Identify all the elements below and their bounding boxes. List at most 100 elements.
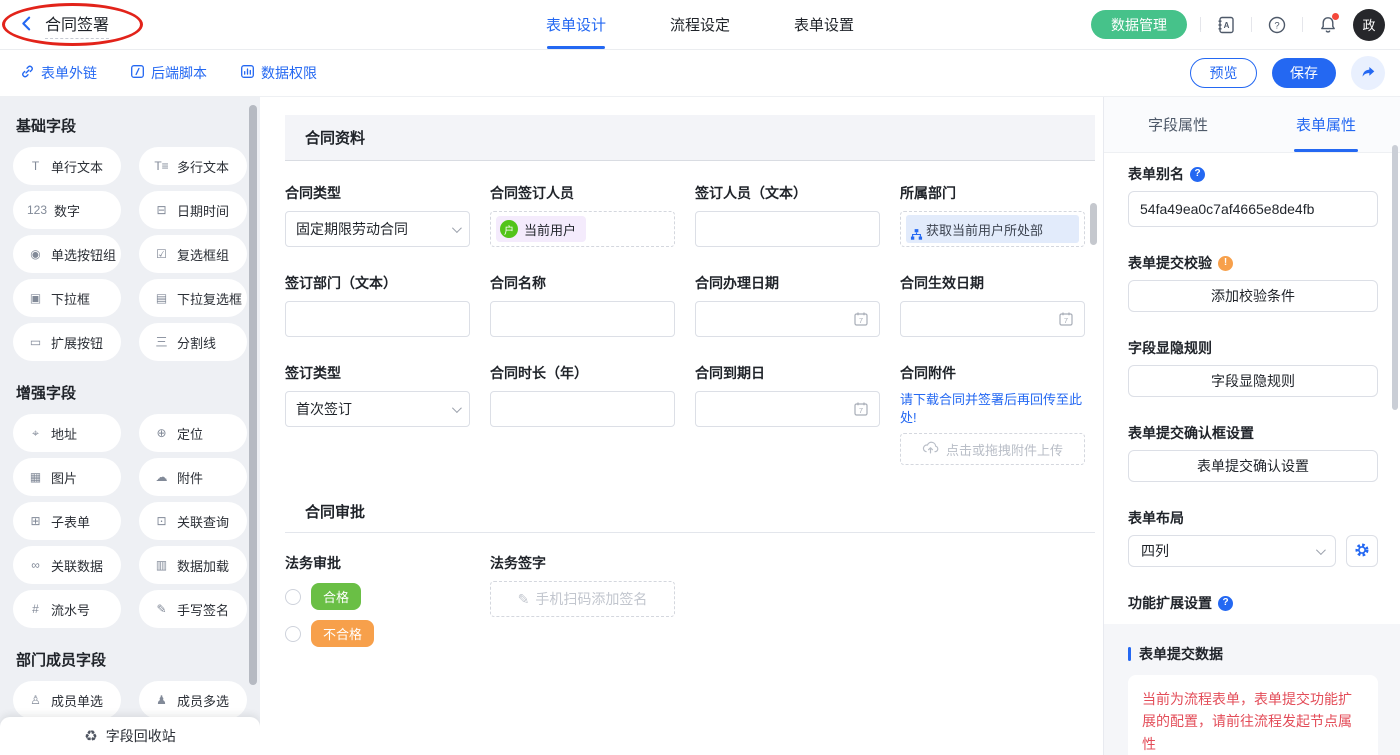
radio-button[interactable] [285, 626, 301, 642]
field-recycle-bin[interactable]: ♻ 字段回收站 [0, 717, 260, 755]
signer-text-input[interactable] [706, 221, 869, 237]
field-expire-date[interactable]: 合同到期日 7 [695, 363, 880, 427]
backend-script-button[interactable]: 后端脚本 [130, 63, 207, 83]
field-type-label: 手写签名 [177, 600, 229, 619]
duration-input-box[interactable] [490, 391, 675, 427]
field-type-pill[interactable]: ▥ 数据加载 [139, 546, 247, 584]
field-type-pill[interactable]: ✎ 手写签名 [139, 590, 247, 628]
field-type-pill[interactable]: ☁ 附件 [139, 458, 247, 496]
expire-date-picker[interactable]: 7 [695, 391, 880, 427]
attachment-upload-button[interactable]: 点击或拖拽附件上传 [900, 433, 1085, 465]
signer-text-input-box[interactable] [695, 211, 880, 247]
field-contract-name[interactable]: 合同名称 [490, 273, 675, 337]
field-department[interactable]: 所属部门 获取当前用户所处部 [900, 183, 1085, 247]
sign-type-select[interactable]: 首次签订 [285, 391, 470, 427]
field-type-pill[interactable]: ▭ 扩展按钮 [13, 323, 121, 361]
data-permission-button[interactable]: 数据权限 [240, 63, 317, 83]
help-badge-icon[interactable]: ? [1190, 167, 1205, 182]
contract-name-input-box[interactable] [490, 301, 675, 337]
field-type-icon: # [27, 603, 44, 615]
field-type-pill[interactable]: ♙ 成员单选 [13, 681, 121, 719]
data-manage-button[interactable]: 数据管理 [1091, 10, 1187, 39]
field-legal-sign[interactable]: 法务签字 ✎ 手机扫码添加签名 [490, 553, 675, 617]
canvas-scrollbar[interactable] [1090, 203, 1097, 245]
help-icon[interactable]: ? [1265, 13, 1289, 37]
field-type-pill[interactable]: ▤ 下拉复选框 [139, 279, 247, 317]
contract-name-input[interactable] [501, 311, 664, 327]
section-title-member-fields: 部门成员字段 [13, 649, 247, 670]
field-type-label: 图片 [51, 468, 77, 487]
field-type-pill[interactable]: ⊡ 关联查询 [139, 502, 247, 540]
field-type-label: 定位 [177, 424, 203, 443]
visibility-rules-button[interactable]: 字段显隐规则 [1128, 365, 1378, 397]
tab-form-setting[interactable]: 表单设置 [794, 0, 854, 49]
sign-dept-input[interactable] [296, 311, 459, 327]
department-box[interactable]: 获取当前用户所处部 [900, 211, 1085, 247]
sign-dept-input-box[interactable] [285, 301, 470, 337]
field-signer-text[interactable]: 签订人员（文本） [695, 183, 880, 247]
field-type-pill[interactable]: ∞ 关联数据 [13, 546, 121, 584]
preview-button[interactable]: 预览 [1190, 58, 1257, 88]
field-attachment[interactable]: 合同附件 请下载合同并签署后再回传至此处! 点击或拖拽附件上传 [900, 363, 1085, 465]
field-handle-date[interactable]: 合同办理日期 7 [695, 273, 880, 337]
signature-box[interactable]: ✎ 手机扫码添加签名 [490, 581, 675, 617]
field-type-pill[interactable]: ⊟ 日期时间 [139, 191, 247, 229]
help-badge-icon[interactable]: ? [1218, 596, 1233, 611]
field-type-pill[interactable]: T 单行文本 [13, 147, 121, 185]
field-contract-signer[interactable]: 合同签订人员 户 当前用户 [490, 183, 675, 247]
field-type-pill[interactable]: T≡ 多行文本 [139, 147, 247, 185]
section-contract-approval[interactable]: 合同审批 [285, 491, 1095, 533]
tab-flow-setting[interactable]: 流程设定 [670, 0, 730, 49]
field-type-pill[interactable]: ⊞ 子表单 [13, 502, 121, 540]
field-duration[interactable]: 合同时长（年） [490, 363, 675, 427]
field-contract-type[interactable]: 合同类型 固定期限劳动合同 [285, 183, 470, 247]
field-type-pill[interactable]: ⊕ 定位 [139, 414, 247, 452]
field-type-pill[interactable]: ▦ 图片 [13, 458, 121, 496]
radio-button[interactable] [285, 589, 301, 605]
warning-badge-icon[interactable]: ! [1218, 256, 1233, 271]
toolbar: 表单外链 后端脚本 数据权限 预览 保存 [0, 50, 1400, 97]
divider [1200, 17, 1201, 32]
handle-date-picker[interactable]: 7 [695, 301, 880, 337]
layout-select[interactable]: 四列 [1128, 535, 1336, 567]
field-type-pill[interactable]: ▣ 下拉框 [13, 279, 121, 317]
avatar[interactable]: 政 [1353, 9, 1385, 41]
back-button[interactable] [18, 15, 35, 35]
current-department-tag[interactable]: 获取当前用户所处部 [906, 215, 1079, 243]
section-title-basic-fields: 基础字段 [13, 115, 247, 136]
effective-date-picker[interactable]: 7 [900, 301, 1085, 337]
field-type-pill[interactable]: ⌖ 地址 [13, 414, 121, 452]
current-user-tag[interactable]: 户 当前用户 [496, 216, 586, 242]
address-book-icon[interactable]: A [1214, 13, 1238, 37]
field-type-pill[interactable]: # 流水号 [13, 590, 121, 628]
layout-settings-button[interactable] [1346, 535, 1378, 567]
field-type-icon: ⊟ [153, 204, 170, 216]
share-button[interactable] [1351, 56, 1385, 90]
field-sign-dept-text[interactable]: 签订部门（文本） [285, 273, 470, 337]
save-button[interactable]: 保存 [1272, 58, 1336, 88]
field-type-label: 下拉复选框 [177, 289, 242, 308]
duration-input[interactable] [501, 401, 664, 417]
field-type-pill[interactable]: ☑ 复选框组 [139, 235, 247, 273]
field-type-pill[interactable]: ♟ 成员多选 [139, 681, 247, 719]
section-contract-info[interactable]: 合同资料 [285, 115, 1095, 161]
field-label: 合同名称 [490, 273, 675, 293]
field-type-pill[interactable]: ◉ 单选按钮组 [13, 235, 121, 273]
tab-form-design[interactable]: 表单设计 [546, 0, 606, 49]
field-effective-date[interactable]: 合同生效日期 7 [900, 273, 1085, 337]
add-validation-button[interactable]: 添加校验条件 [1128, 280, 1378, 312]
contract-signer-box[interactable]: 户 当前用户 [490, 211, 675, 247]
field-sign-type[interactable]: 签订类型 首次签订 [285, 363, 470, 427]
sidebar-scrollbar[interactable] [249, 105, 257, 685]
form-alias-input[interactable] [1128, 191, 1378, 227]
tab-field-properties[interactable]: 字段属性 [1104, 97, 1252, 152]
field-type-pill[interactable]: 123 数字 [13, 191, 121, 229]
bell-icon[interactable] [1316, 13, 1340, 37]
tab-form-properties[interactable]: 表单属性 [1252, 97, 1400, 152]
field-type-pill[interactable]: 三 分割线 [139, 323, 247, 361]
field-legal-review[interactable]: 法务审批 合格 不合格 [285, 553, 470, 647]
confirm-box-button[interactable]: 表单提交确认设置 [1128, 450, 1378, 482]
panel-scrollbar[interactable] [1392, 145, 1398, 410]
contract-type-select[interactable]: 固定期限劳动合同 [285, 211, 470, 247]
form-external-link-button[interactable]: 表单外链 [20, 63, 97, 83]
